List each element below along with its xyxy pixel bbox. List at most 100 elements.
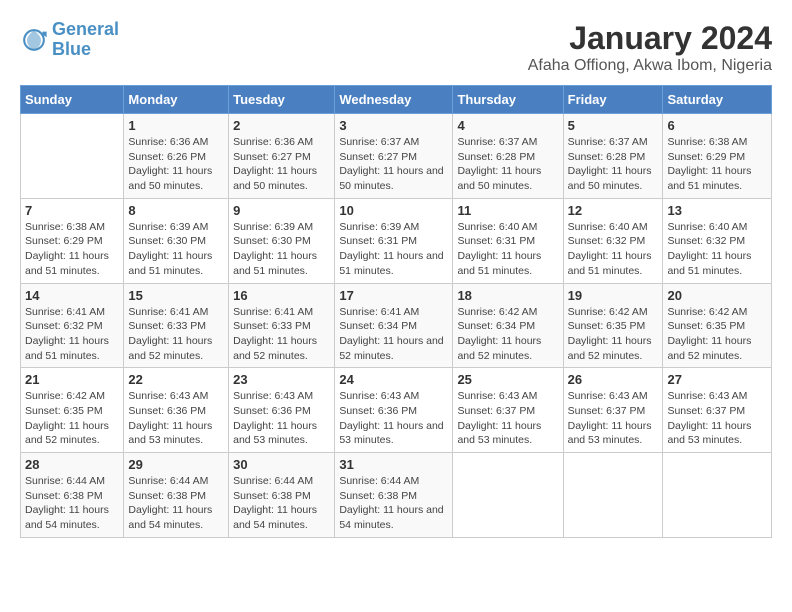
day-cell: 13 Sunrise: 6:40 AMSunset: 6:32 PMDayligh… [663, 198, 772, 283]
day-number: 24 [339, 372, 448, 387]
day-cell: 2 Sunrise: 6:36 AMSunset: 6:27 PMDaylight… [229, 114, 335, 199]
day-cell: 7 Sunrise: 6:38 AMSunset: 6:29 PMDaylight… [21, 198, 124, 283]
day-info: Sunrise: 6:42 AMSunset: 6:34 PMDaylight:… [457, 305, 558, 364]
day-cell: 4Sunrise: 6:37 AMSunset: 6:28 PMDaylight… [453, 114, 563, 199]
day-info: Sunrise: 6:44 AMSunset: 6:38 PMDaylight:… [128, 474, 224, 533]
calendar-table: SundayMondayTuesdayWednesdayThursdayFrid… [20, 85, 772, 538]
day-cell: 23 Sunrise: 6:43 AMSunset: 6:36 PMDayligh… [229, 368, 335, 453]
day-info: Sunrise: 6:43 AMSunset: 6:36 PMDaylight:… [233, 389, 330, 448]
day-info: Sunrise: 6:37 AMSunset: 6:28 PMDaylight:… [568, 135, 659, 194]
day-number: 21 [25, 372, 119, 387]
day-cell: 27 Sunrise: 6:43 AMSunset: 6:37 PMDayligh… [663, 368, 772, 453]
header-monday: Monday [124, 86, 229, 114]
logo-line2: Blue [52, 39, 91, 59]
day-number: 18 [457, 288, 558, 303]
logo-line1: General [52, 19, 119, 39]
day-cell: 12 Sunrise: 6:40 AMSunset: 6:32 PMDayligh… [563, 198, 663, 283]
day-cell: 9 Sunrise: 6:39 AMSunset: 6:30 PMDaylight… [229, 198, 335, 283]
day-info: Sunrise: 6:39 AMSunset: 6:30 PMDaylight:… [128, 220, 224, 279]
day-number: 22 [128, 372, 224, 387]
logo-text: General Blue [52, 20, 119, 60]
day-cell: 17 Sunrise: 6:41 AMSunset: 6:34 PMDayligh… [335, 283, 453, 368]
day-number: 13 [667, 203, 767, 218]
day-info: Sunrise: 6:44 AMSunset: 6:38 PMDaylight:… [233, 474, 330, 533]
day-cell [563, 453, 663, 538]
day-cell [663, 453, 772, 538]
day-cell: 29 Sunrise: 6:44 AMSunset: 6:38 PMDayligh… [124, 453, 229, 538]
week-row-5: 28 Sunrise: 6:44 AMSunset: 6:38 PMDayligh… [21, 453, 772, 538]
day-number: 9 [233, 203, 330, 218]
day-number: 5 [568, 118, 659, 133]
day-number: 2 [233, 118, 330, 133]
day-number: 14 [25, 288, 119, 303]
day-info: Sunrise: 6:43 AMSunset: 6:36 PMDaylight:… [128, 389, 224, 448]
day-cell: 19 Sunrise: 6:42 AMSunset: 6:35 PMDayligh… [563, 283, 663, 368]
day-number: 8 [128, 203, 224, 218]
day-cell: 10Sunrise: 6:39 AMSunset: 6:31 PMDayligh… [335, 198, 453, 283]
day-number: 29 [128, 457, 224, 472]
day-cell: 30Sunrise: 6:44 AMSunset: 6:38 PMDayligh… [229, 453, 335, 538]
logo: General Blue [20, 20, 119, 60]
day-cell: 16Sunrise: 6:41 AMSunset: 6:33 PMDayligh… [229, 283, 335, 368]
week-row-3: 14Sunrise: 6:41 AMSunset: 6:32 PMDayligh… [21, 283, 772, 368]
day-cell: 25 Sunrise: 6:43 AMSunset: 6:37 PMDayligh… [453, 368, 563, 453]
day-info: Sunrise: 6:39 AMSunset: 6:31 PMDaylight:… [339, 220, 448, 279]
day-cell: 18 Sunrise: 6:42 AMSunset: 6:34 PMDayligh… [453, 283, 563, 368]
logo-icon [20, 26, 48, 54]
day-info: Sunrise: 6:39 AMSunset: 6:30 PMDaylight:… [233, 220, 330, 279]
page-header: General Blue January 2024 Afaha Offiong,… [20, 20, 772, 75]
calendar-title: January 2024 [528, 20, 772, 57]
day-number: 7 [25, 203, 119, 218]
day-info: Sunrise: 6:38 AMSunset: 6:29 PMDaylight:… [667, 135, 767, 194]
day-info: Sunrise: 6:43 AMSunset: 6:37 PMDaylight:… [568, 389, 659, 448]
day-number: 3 [339, 118, 448, 133]
day-number: 12 [568, 203, 659, 218]
day-info: Sunrise: 6:41 AMSunset: 6:34 PMDaylight:… [339, 305, 448, 364]
day-info: Sunrise: 6:40 AMSunset: 6:31 PMDaylight:… [457, 220, 558, 279]
day-number: 31 [339, 457, 448, 472]
day-number: 23 [233, 372, 330, 387]
day-info: Sunrise: 6:44 AMSunset: 6:38 PMDaylight:… [25, 474, 119, 533]
day-info: Sunrise: 6:41 AMSunset: 6:33 PMDaylight:… [128, 305, 224, 364]
day-cell: 26Sunrise: 6:43 AMSunset: 6:37 PMDayligh… [563, 368, 663, 453]
day-info: Sunrise: 6:43 AMSunset: 6:37 PMDaylight:… [457, 389, 558, 448]
day-info: Sunrise: 6:40 AMSunset: 6:32 PMDaylight:… [667, 220, 767, 279]
day-info: Sunrise: 6:37 AMSunset: 6:27 PMDaylight:… [339, 135, 448, 194]
day-cell: 6 Sunrise: 6:38 AMSunset: 6:29 PMDaylight… [663, 114, 772, 199]
day-info: Sunrise: 6:36 AMSunset: 6:26 PMDaylight:… [128, 135, 224, 194]
day-info: Sunrise: 6:36 AMSunset: 6:27 PMDaylight:… [233, 135, 330, 194]
day-number: 11 [457, 203, 558, 218]
day-info: Sunrise: 6:40 AMSunset: 6:32 PMDaylight:… [568, 220, 659, 279]
day-cell [21, 114, 124, 199]
day-cell: 15 Sunrise: 6:41 AMSunset: 6:33 PMDayligh… [124, 283, 229, 368]
day-number: 6 [667, 118, 767, 133]
header-tuesday: Tuesday [229, 86, 335, 114]
day-number: 25 [457, 372, 558, 387]
day-cell: 1Sunrise: 6:36 AMSunset: 6:26 PMDaylight… [124, 114, 229, 199]
day-number: 27 [667, 372, 767, 387]
day-number: 4 [457, 118, 558, 133]
day-number: 28 [25, 457, 119, 472]
day-number: 16 [233, 288, 330, 303]
day-number: 15 [128, 288, 224, 303]
day-info: Sunrise: 6:42 AMSunset: 6:35 PMDaylight:… [25, 389, 119, 448]
day-info: Sunrise: 6:42 AMSunset: 6:35 PMDaylight:… [667, 305, 767, 364]
day-number: 19 [568, 288, 659, 303]
day-cell: 14Sunrise: 6:41 AMSunset: 6:32 PMDayligh… [21, 283, 124, 368]
day-info: Sunrise: 6:43 AMSunset: 6:37 PMDaylight:… [667, 389, 767, 448]
day-info: Sunrise: 6:38 AMSunset: 6:29 PMDaylight:… [25, 220, 119, 279]
week-row-4: 21 Sunrise: 6:42 AMSunset: 6:35 PMDayligh… [21, 368, 772, 453]
header-thursday: Thursday [453, 86, 563, 114]
day-cell: 31 Sunrise: 6:44 AMSunset: 6:38 PMDayligh… [335, 453, 453, 538]
day-cell [453, 453, 563, 538]
week-row-2: 7 Sunrise: 6:38 AMSunset: 6:29 PMDaylight… [21, 198, 772, 283]
day-number: 17 [339, 288, 448, 303]
day-cell: 24Sunrise: 6:43 AMSunset: 6:36 PMDayligh… [335, 368, 453, 453]
day-info: Sunrise: 6:44 AMSunset: 6:38 PMDaylight:… [339, 474, 448, 533]
day-cell: 8 Sunrise: 6:39 AMSunset: 6:30 PMDaylight… [124, 198, 229, 283]
day-info: Sunrise: 6:42 AMSunset: 6:35 PMDaylight:… [568, 305, 659, 364]
calendar-subtitle: Afaha Offiong, Akwa Ibom, Nigeria [528, 57, 772, 75]
header-friday: Friday [563, 86, 663, 114]
week-row-1: 1Sunrise: 6:36 AMSunset: 6:26 PMDaylight… [21, 114, 772, 199]
header-sunday: Sunday [21, 86, 124, 114]
